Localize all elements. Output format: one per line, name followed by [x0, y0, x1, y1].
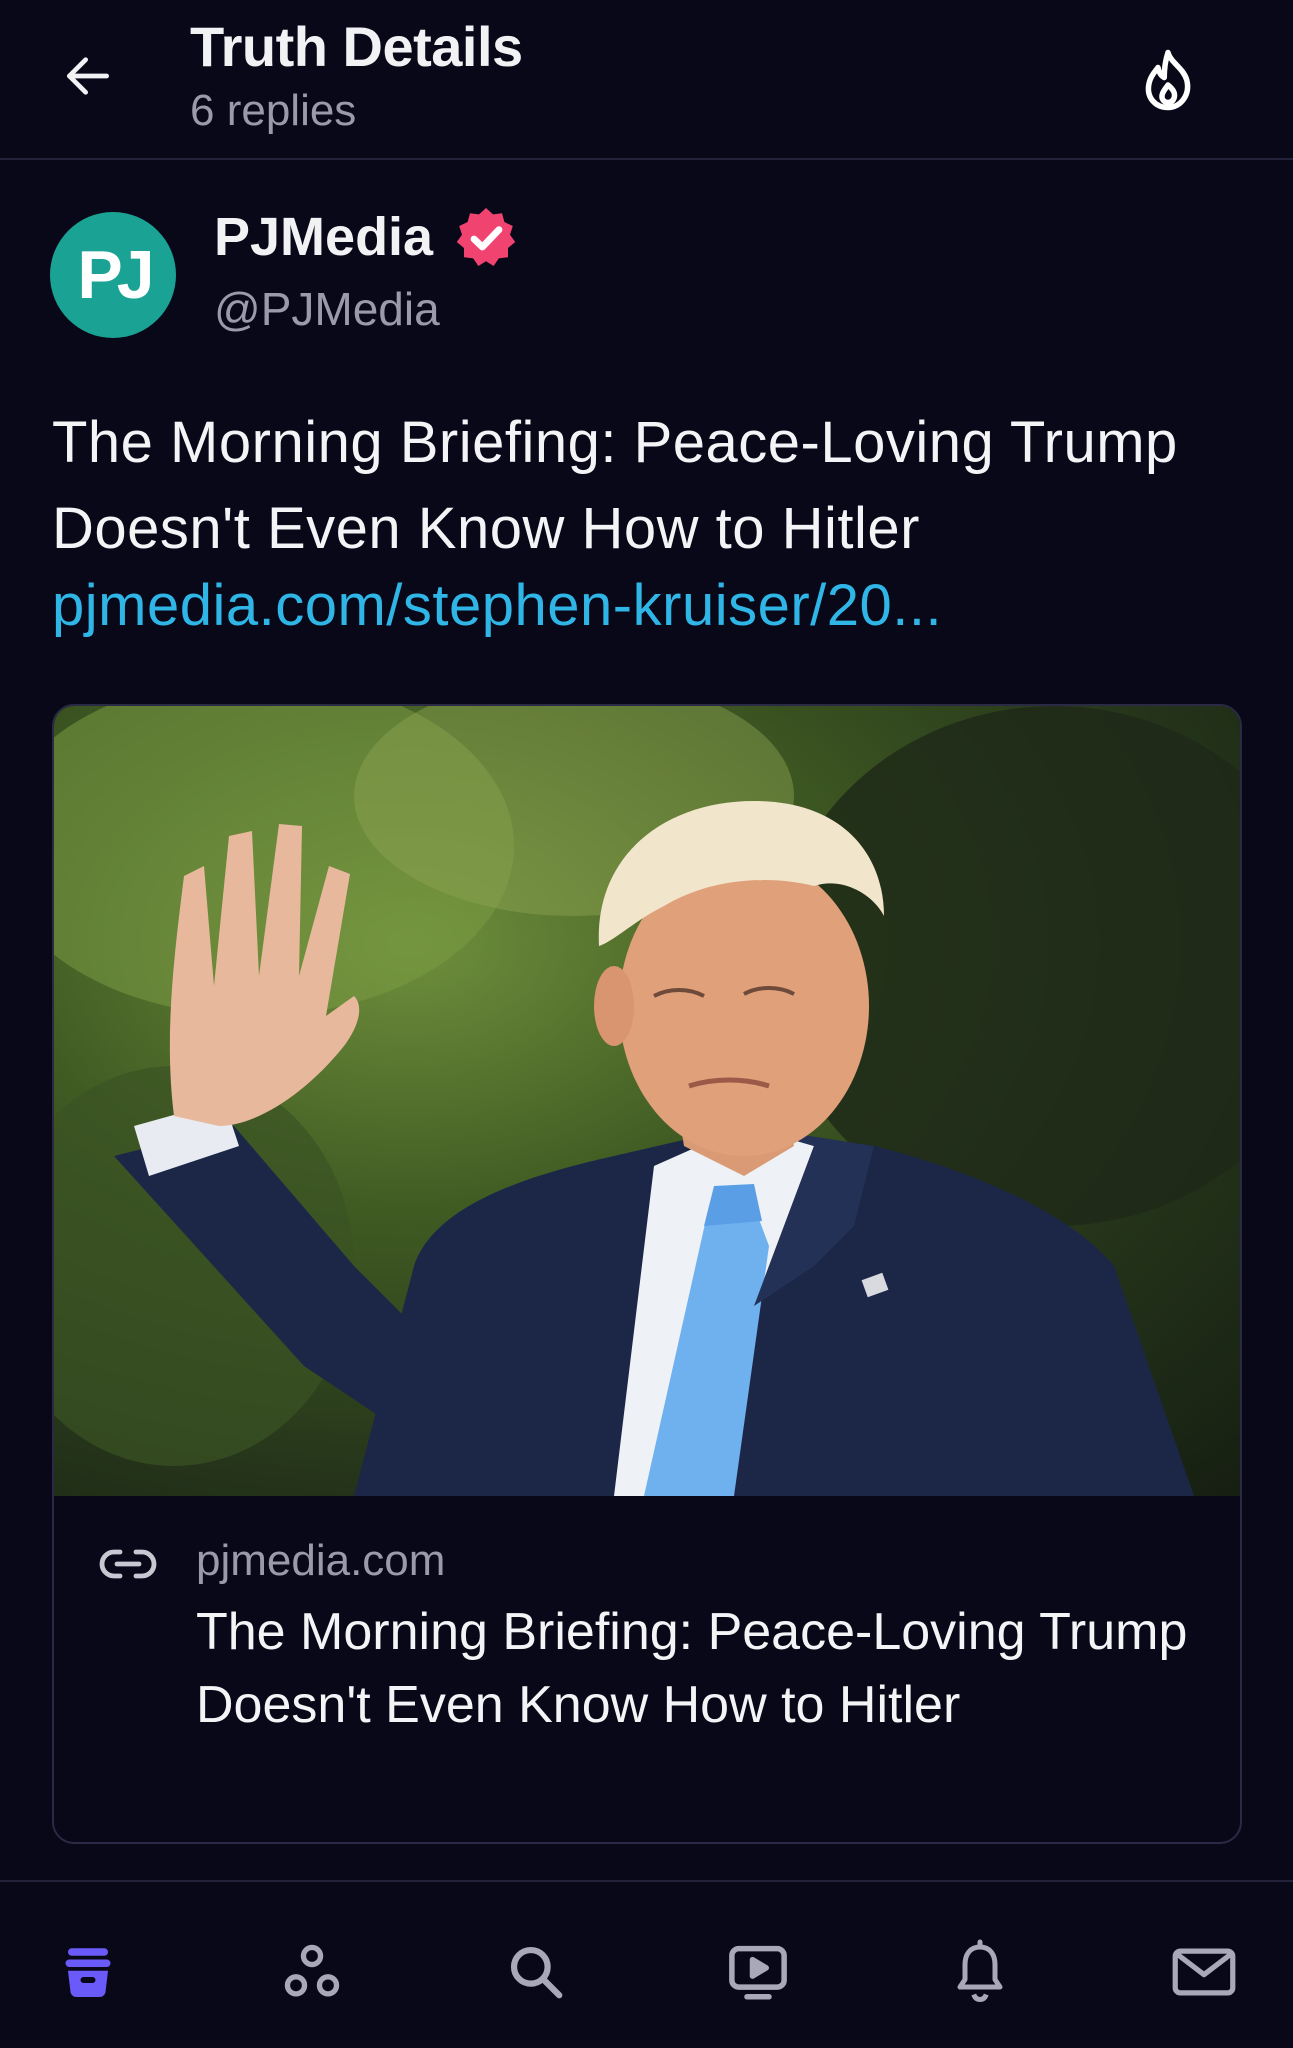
post-text: The Morning Briefing: Peace-Loving Trump… — [52, 410, 1178, 561]
nav-search[interactable] — [496, 1932, 576, 2012]
trending-button[interactable] — [1133, 42, 1203, 118]
avatar-initials: PJ — [77, 237, 154, 313]
search-icon — [510, 1946, 563, 1999]
article-photo — [54, 706, 1240, 1496]
nav-notifications[interactable] — [940, 1932, 1020, 2012]
messages-icon — [1172, 1948, 1236, 1996]
author-name[interactable]: PJMedia — [214, 206, 433, 268]
nav-home[interactable] — [48, 1932, 128, 2012]
post-link[interactable]: pjmedia.com/stephen-kruiser/20... — [52, 572, 942, 639]
truth-details-screen: Truth Details 6 replies PJ PJMedia @PJMe… — [0, 0, 1293, 2048]
verified-badge-icon — [454, 206, 518, 270]
flame-icon — [1145, 49, 1191, 111]
notifications-icon — [957, 1939, 1003, 2002]
nav-groups[interactable] — [272, 1932, 352, 2012]
home-icon — [65, 1948, 111, 1997]
top-bar: Truth Details 6 replies — [0, 0, 1293, 160]
card-title: The Morning Briefing: Peace-Loving Trump… — [196, 1603, 1188, 1734]
groups-icon — [284, 1944, 340, 1997]
video-icon — [729, 1945, 787, 2000]
back-button[interactable] — [52, 40, 124, 112]
author-handle[interactable]: @PJMedia — [214, 282, 440, 336]
nav-video[interactable] — [718, 1932, 798, 2012]
replies-count: 6 replies — [190, 86, 357, 135]
link-icon — [99, 1549, 157, 1579]
card-domain: pjmedia.com — [196, 1536, 446, 1585]
nav-messages[interactable] — [1164, 1932, 1244, 2012]
page-title: Truth Details — [190, 15, 523, 78]
link-preview-card[interactable]: pjmedia.com The Morning Briefing: Peace-… — [52, 704, 1242, 1844]
bottom-navigation — [0, 1880, 1293, 2048]
author-avatar[interactable]: PJ — [50, 212, 176, 338]
arrow-left-icon — [67, 57, 109, 95]
